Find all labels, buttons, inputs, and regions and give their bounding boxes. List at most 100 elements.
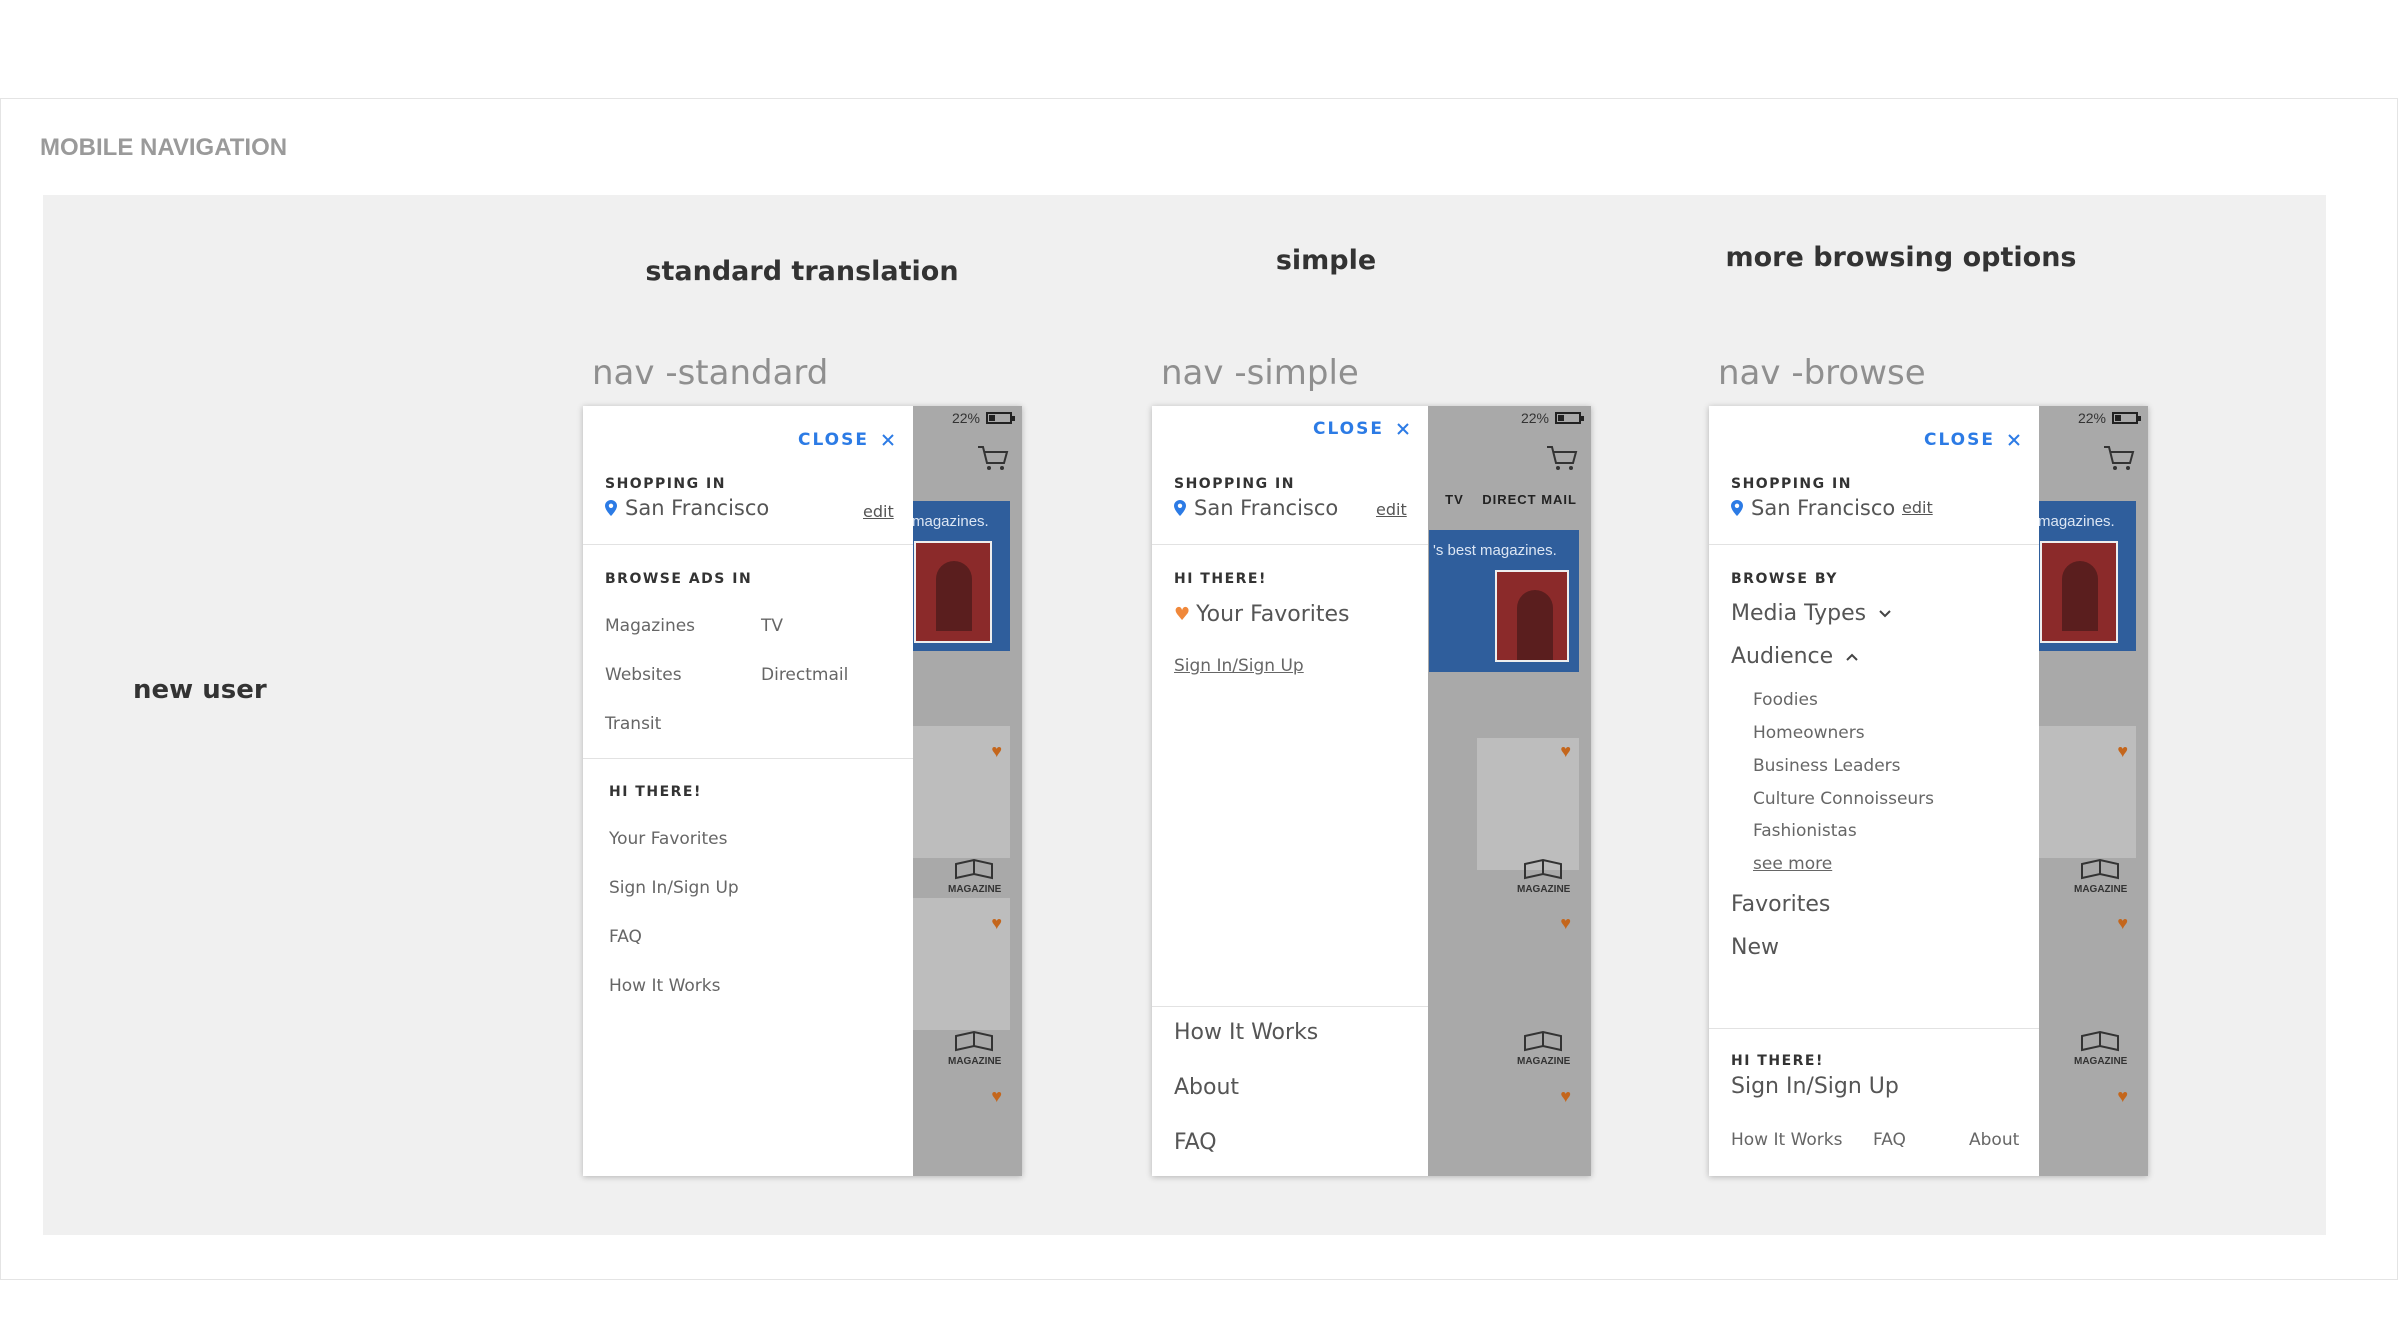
- column-header-browse: more browsing options: [1725, 242, 2077, 273]
- shopping-in-label: SHOPPING IN: [1731, 476, 1852, 492]
- ads-link-websites[interactable]: Websites: [605, 665, 682, 685]
- signin-link[interactable]: Sign In/Sign Up: [1731, 1074, 1899, 1099]
- category-tabs: TV DIRECT MAIL: [1445, 492, 1577, 507]
- location: San Francisco: [605, 496, 769, 520]
- audience-item-culture-connoisseurs[interactable]: Culture Connoisseurs: [1753, 789, 1934, 809]
- magazine-label: MAGAZINE: [2074, 1056, 2128, 1067]
- heart-icon: ♥: [1174, 604, 1191, 625]
- how-it-works-link[interactable]: How It Works: [1731, 1130, 1842, 1150]
- close-label: CLOSE: [1923, 430, 1995, 450]
- magazine-icon: MAGAZINE: [1517, 858, 1570, 895]
- magazine-icon: MAGAZINE: [2074, 858, 2128, 895]
- banner-text: 's best magazines.: [1433, 542, 1557, 559]
- magazine-icon: MAGAZINE: [948, 858, 1001, 895]
- heart-icon: ♥: [1560, 741, 1571, 761]
- magazine-cover: [914, 541, 992, 643]
- how-it-works-link[interactable]: How It Works: [1174, 1020, 1318, 1045]
- faq-link[interactable]: FAQ: [1174, 1130, 1217, 1155]
- battery-percent: 22%: [951, 410, 980, 426]
- divider: [1152, 1006, 1428, 1007]
- how-it-works-link[interactable]: How It Works: [609, 976, 720, 996]
- favorites-link[interactable]: Favorites: [1731, 892, 1830, 917]
- heart-icon: ♥: [2117, 1086, 2128, 1106]
- magazine-icon: MAGAZINE: [2074, 1030, 2128, 1067]
- audience-toggle[interactable]: Audience: [1731, 644, 1859, 669]
- cart-icon: [978, 446, 1009, 470]
- location: San Francisco: [1731, 496, 1895, 520]
- location-pin-icon: [1731, 500, 1743, 516]
- media-types-toggle[interactable]: Media Types: [1731, 601, 1892, 626]
- cart-icon: [2104, 446, 2135, 470]
- media-types-label: Media Types: [1731, 601, 1867, 626]
- heart-icon: ♥: [2117, 741, 2128, 761]
- phone-mockup-standard: 22% magazines. ♥ MAGAZINE ♥ MAGAZINE ♥ C…: [583, 406, 1022, 1176]
- faq-link[interactable]: FAQ: [609, 927, 642, 947]
- divider: [583, 544, 913, 545]
- location-pin-icon: [1174, 500, 1186, 516]
- banner-text: magazines.: [2038, 513, 2115, 530]
- magazine-label: MAGAZINE: [2074, 884, 2128, 895]
- location: San Francisco: [1174, 496, 1338, 520]
- audience-label: Audience: [1731, 644, 1834, 669]
- heart-icon: ♥: [2117, 913, 2128, 933]
- nav-drawer-simple: CLOSE SHOPPING IN San Francisco edit HI …: [1152, 406, 1428, 1176]
- battery-icon: [2112, 412, 2141, 424]
- nav-drawer-standard: CLOSE SHOPPING IN San Francisco edit BRO…: [583, 406, 913, 1176]
- close-icon: [2008, 434, 2020, 446]
- status-bar: 22%: [951, 410, 1015, 426]
- magazine-icon: MAGAZINE: [1517, 1030, 1571, 1067]
- signin-link[interactable]: Sign In/Sign Up: [1174, 656, 1304, 676]
- close-label: CLOSE: [1312, 419, 1384, 439]
- see-more-link[interactable]: see more: [1753, 854, 1832, 874]
- heart-icon: ♥: [991, 913, 1002, 933]
- favorites-link[interactable]: Your Favorites: [609, 829, 728, 849]
- city-name: San Francisco: [1751, 496, 1896, 520]
- cart-icon: [1547, 446, 1578, 470]
- battery-icon: [1555, 412, 1584, 424]
- battery-icon: [986, 412, 1015, 424]
- hi-there-label: HI THERE!: [609, 784, 702, 800]
- hi-there-label: HI THERE!: [1174, 571, 1267, 587]
- favorites-link[interactable]: ♥ Your Favorites: [1174, 602, 1349, 627]
- close-button[interactable]: CLOSE: [1924, 430, 2021, 450]
- audience-item-homeowners[interactable]: Homeowners: [1753, 723, 1865, 743]
- hi-there-label: HI THERE!: [1731, 1053, 1824, 1069]
- status-bar: 22%: [1520, 410, 1584, 426]
- nav-label-browse: nav -browse: [1718, 353, 1926, 393]
- ads-link-magazines[interactable]: Magazines: [605, 616, 695, 636]
- ads-link-directmail[interactable]: Directmail: [761, 665, 848, 685]
- magazine-cover: [1495, 570, 1569, 662]
- nav-label-simple: nav -simple: [1161, 353, 1359, 393]
- divider: [1709, 1028, 2039, 1029]
- ads-link-tv[interactable]: TV: [761, 616, 783, 636]
- banner-text: magazines.: [912, 513, 989, 530]
- browse-ads-label: BROWSE ADS IN: [605, 571, 753, 587]
- nav-label-standard: nav -standard: [592, 353, 829, 393]
- about-link[interactable]: About: [1969, 1130, 2019, 1150]
- nav-drawer-browse: CLOSE SHOPPING IN San Francisco edit BRO…: [1709, 406, 2039, 1176]
- audience-item-foodies[interactable]: Foodies: [1753, 690, 1818, 710]
- magazine-label: MAGAZINE: [1517, 1056, 1571, 1067]
- heart-icon: ♥: [991, 741, 1002, 761]
- divider: [583, 758, 913, 759]
- edit-location-link[interactable]: edit: [863, 502, 894, 521]
- heart-icon: ♥: [991, 1086, 1002, 1106]
- new-link[interactable]: New: [1731, 935, 1779, 960]
- edit-location-link[interactable]: edit: [1902, 498, 1933, 517]
- chevron-down-icon: [1879, 610, 1891, 618]
- phone-mockup-simple: 22% TV DIRECT MAIL 's best magazines. ♥ …: [1152, 406, 1591, 1176]
- magazine-label: MAGAZINE: [948, 1056, 1002, 1067]
- about-link[interactable]: About: [1174, 1075, 1239, 1100]
- edit-location-link[interactable]: edit: [1376, 500, 1407, 519]
- close-button[interactable]: CLOSE: [798, 430, 895, 450]
- faq-link[interactable]: FAQ: [1873, 1130, 1906, 1150]
- close-button[interactable]: CLOSE: [1313, 419, 1410, 439]
- battery-percent: 22%: [1520, 410, 1549, 426]
- heart-icon: ♥: [1560, 913, 1571, 933]
- audience-item-business-leaders[interactable]: Business Leaders: [1753, 756, 1901, 776]
- signin-link[interactable]: Sign In/Sign Up: [609, 878, 739, 898]
- audience-item-fashionistas[interactable]: Fashionistas: [1753, 821, 1857, 841]
- close-icon: [882, 434, 894, 446]
- row-header-new-user: new user: [133, 675, 267, 705]
- ads-link-transit[interactable]: Transit: [605, 714, 661, 734]
